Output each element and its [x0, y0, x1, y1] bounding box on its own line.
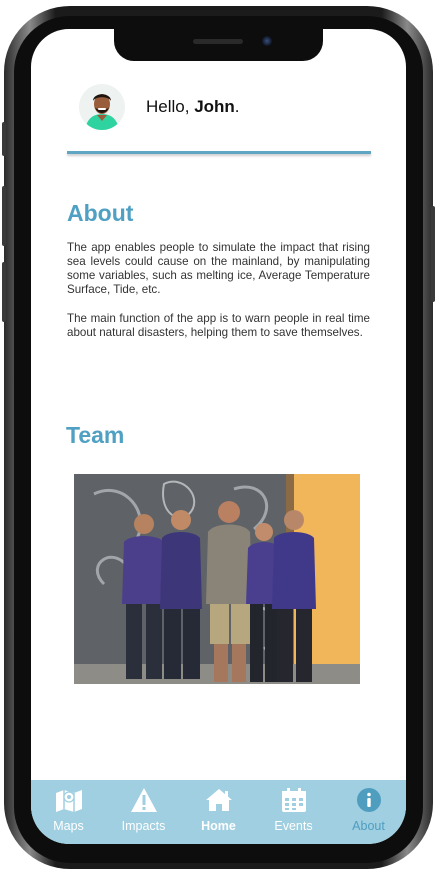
speaker-grille	[193, 39, 243, 44]
tab-impacts[interactable]: Impacts	[106, 780, 181, 844]
greeting-suffix: .	[234, 97, 240, 116]
tab-home[interactable]: Home	[181, 780, 256, 844]
team-photo	[74, 474, 360, 684]
phone-notch	[114, 29, 323, 61]
about-title: About	[67, 200, 134, 226]
tab-home-label: Home	[201, 819, 236, 833]
tab-impacts-label: Impacts	[121, 819, 166, 833]
bottom-tab-bar: Maps Impacts Home Events About	[31, 780, 406, 844]
tab-maps-label: Maps	[53, 819, 84, 833]
map-icon	[55, 790, 82, 812]
tab-maps[interactable]: Maps	[31, 780, 106, 844]
about-paragraph-2: The main function of the app is to warn …	[67, 312, 370, 339]
tab-events[interactable]: Events	[256, 780, 331, 844]
volume-down-button	[2, 262, 6, 322]
home-icon	[205, 789, 232, 811]
volume-up-button	[2, 186, 6, 246]
greeting-prefix: Hello,	[146, 97, 195, 116]
warning-icon	[130, 788, 157, 812]
team-title: Team	[66, 422, 125, 448]
tab-events-label: Events	[274, 819, 313, 833]
mute-switch	[2, 122, 6, 156]
tab-about-label: About	[352, 819, 385, 833]
header-divider	[67, 151, 371, 154]
user-name: John	[194, 97, 235, 116]
about-paragraph-1: The app enables people to simulate the i…	[67, 241, 370, 296]
tab-about[interactable]: About	[331, 780, 406, 844]
avatar[interactable]	[79, 84, 125, 130]
front-camera	[262, 36, 272, 46]
app-screen: Hello, John. About The app enables peopl…	[31, 29, 406, 844]
info-icon	[356, 788, 381, 812]
power-button	[431, 206, 435, 302]
header: Hello, John.	[67, 84, 372, 154]
calendar-icon	[281, 788, 306, 812]
greeting: Hello, John.	[146, 97, 240, 117]
